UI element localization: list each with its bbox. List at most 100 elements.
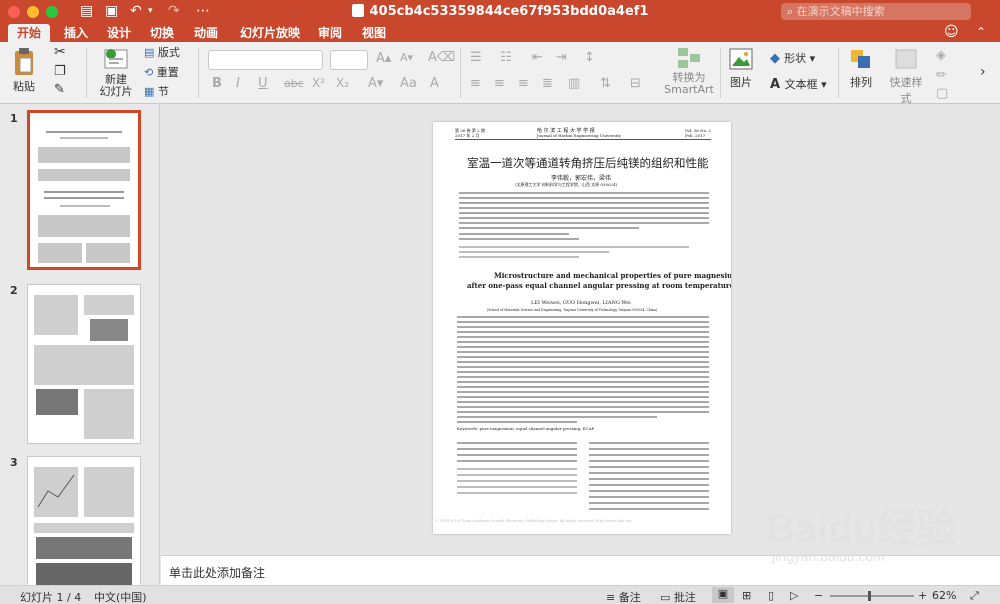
paper-affiliation-en: (School of Materials Science and Enginee… — [487, 308, 658, 312]
comments-toggle[interactable]: ▭ 批注 — [660, 589, 696, 604]
align-center-icon[interactable]: ≡ — [494, 76, 505, 91]
format-painter-icon[interactable]: ✎ — [54, 82, 65, 97]
search-icon: ⌕ — [787, 5, 797, 18]
picture-button[interactable]: 图片 — [726, 48, 756, 90]
feedback-smiley-icon[interactable]: ☺ — [944, 24, 959, 40]
font-name-field[interactable] — [208, 50, 323, 70]
undo-dropdown-icon[interactable]: ▾ — [148, 3, 153, 19]
decrease-indent-icon[interactable]: ⇤ — [532, 50, 543, 65]
sidebar-toggle-icon[interactable]: ▤ — [80, 3, 93, 19]
notes-icon: ≡ — [606, 591, 619, 604]
slide-thumbnail-1[interactable] — [27, 110, 141, 270]
subscript-icon[interactable]: X₂ — [336, 76, 349, 90]
document-icon — [351, 4, 364, 17]
font-color-icon[interactable]: A▾ — [368, 76, 383, 91]
text-direction-icon[interactable]: ⇅ — [600, 76, 611, 91]
arrange-icon — [851, 50, 870, 68]
tab-review[interactable]: 审阅 — [314, 24, 346, 42]
zoom-window-button[interactable] — [46, 6, 58, 18]
shape-fill-icon[interactable]: ◈ — [936, 48, 946, 63]
zoom-in-icon[interactable]: + — [918, 589, 927, 602]
shape-effects-icon[interactable]: ▢ — [936, 86, 948, 101]
slide-number: 3 — [10, 456, 18, 469]
search-input[interactable]: ⌕ 在演示文稿中搜索 — [781, 3, 971, 20]
zoom-out-icon[interactable]: − — [814, 589, 823, 602]
tab-insert[interactable]: 插入 — [60, 24, 92, 42]
notes-toggle[interactable]: ≡ 备注 — [606, 589, 641, 604]
slide-sorter-view-icon[interactable]: ⊞ — [742, 589, 751, 602]
slide-thumbnail-2[interactable] — [27, 284, 141, 444]
align-right-icon[interactable]: ≡ — [518, 76, 529, 91]
font-size-field[interactable] — [330, 50, 368, 70]
zoom-slider-thumb[interactable] — [868, 591, 871, 601]
line-spacing-icon[interactable]: ↕ — [584, 50, 595, 65]
tab-slideshow[interactable]: 幻灯片放映 — [238, 24, 302, 42]
reading-view-icon[interactable]: ▯ — [768, 589, 774, 602]
save-icon[interactable]: ▣ — [105, 3, 118, 19]
normal-view-icon[interactable]: ▣ — [712, 587, 734, 603]
clipboard-icon — [15, 48, 33, 75]
redo-icon[interactable]: ↷ — [168, 3, 180, 19]
clear-format-icon[interactable]: A⌫ — [428, 50, 455, 65]
reset-button[interactable]: ⟲ 重置 — [144, 64, 179, 80]
paper-authors-en: LEI Weiwei, GUO Hongwei, LIANG Wei — [531, 300, 631, 306]
italic-icon[interactable]: I — [236, 76, 240, 91]
paper-footer: © 1994-2019 China Academic Journal Elect… — [435, 519, 632, 523]
slide-counter: 幻灯片 1 / 4 — [20, 591, 82, 604]
slide-page[interactable]: 第 36 卷 第 2 期 2017 年 2 月 哈 尔 滨 工 程 大 学 学 … — [433, 122, 731, 534]
justify-icon[interactable]: ≣ — [542, 76, 553, 91]
minimize-window-button[interactable] — [27, 6, 39, 18]
convert-smartart-button[interactable]: 转换为 SmartArt — [664, 46, 714, 96]
columns-icon[interactable]: ▥ — [568, 76, 580, 91]
increase-indent-icon[interactable]: ⇥ — [556, 50, 567, 65]
ribbon-more-icon[interactable]: › — [980, 64, 986, 80]
highlight-icon[interactable]: Aa — [400, 76, 417, 91]
tab-transitions[interactable]: 切换 — [146, 24, 178, 42]
close-window-button[interactable] — [8, 6, 20, 18]
shape-outline-icon[interactable]: ✏ — [936, 68, 947, 83]
char-spacing-icon[interactable]: A — [430, 76, 439, 91]
align-text-icon[interactable]: ⊟ — [630, 76, 641, 91]
decrease-font-icon[interactable]: A▾ — [400, 51, 413, 64]
copy-icon[interactable]: ❐ — [54, 64, 66, 79]
increase-font-icon[interactable]: A▴ — [376, 51, 391, 66]
bullets-icon[interactable]: ☰ — [470, 50, 482, 65]
tab-view[interactable]: 视图 — [358, 24, 390, 42]
baidu-watermark-url: jingyan.baidu.com — [772, 548, 885, 564]
ribbon-collapse-icon[interactable]: ⌃ — [976, 25, 986, 39]
paper-title-en-1: Microstructure and mechanical properties… — [494, 271, 731, 280]
cut-icon[interactable]: ✂ — [54, 44, 66, 60]
undo-icon[interactable]: ↶ — [130, 3, 142, 19]
numbering-icon[interactable]: ☷ — [500, 50, 512, 65]
paste-button[interactable]: 粘贴 — [8, 48, 40, 94]
tab-home[interactable]: 开始 — [8, 24, 50, 42]
slideshow-view-icon[interactable]: ▷ — [790, 589, 798, 602]
fit-to-window-icon[interactable]: ⤢ — [970, 589, 979, 603]
paper-title-en-2: after one-pass equal channel angular pre… — [467, 281, 731, 290]
shape-button[interactable]: ◆ 形状 ▾ — [770, 50, 815, 66]
arrange-button[interactable]: 排列 — [846, 48, 876, 90]
textbox-button[interactable]: A 文本框 ▾ — [770, 76, 827, 92]
bold-icon[interactable]: B — [212, 76, 222, 91]
superscript-icon[interactable]: X² — [312, 76, 325, 90]
slide-number: 1 — [10, 112, 18, 125]
tab-design[interactable]: 设计 — [103, 24, 135, 42]
language-indicator[interactable]: 中文(中国) — [94, 589, 147, 604]
strikethrough-icon[interactable]: abc — [284, 77, 304, 90]
more-commands-icon[interactable]: ⋯ — [196, 3, 210, 19]
shape-icon: ◆ — [770, 51, 785, 66]
zoom-level[interactable]: 62% — [932, 589, 956, 602]
zoom-slider[interactable] — [830, 591, 914, 601]
new-slide-button[interactable]: 新建 幻灯片 — [98, 46, 134, 98]
layout-button[interactable]: ▤ 版式 — [144, 44, 180, 60]
layout-icon: ▤ — [144, 46, 158, 59]
underline-icon[interactable]: U — [258, 76, 268, 91]
quick-styles-button[interactable]: 快速样式 — [886, 48, 926, 106]
tab-animations[interactable]: 动画 — [190, 24, 222, 42]
align-left-icon[interactable]: ≡ — [470, 76, 481, 91]
section-button[interactable]: ▦ 节 — [144, 83, 169, 99]
slide-canvas[interactable]: 第 36 卷 第 2 期 2017 年 2 月 哈 尔 滨 工 程 大 学 学 … — [161, 104, 1000, 555]
ribbon-toolbar: 粘贴 ✂ ❐ ✎ 新建 幻灯片 ▤ 版式 ⟲ 重置 ▦ 节 A▴ A▾ A⌫ B… — [0, 42, 1000, 106]
paper-affiliation-cn: (太原理工大学 材料科学与工程学院，山西 太原 030024) — [515, 182, 618, 187]
slide-thumbnail-3[interactable] — [27, 456, 141, 585]
